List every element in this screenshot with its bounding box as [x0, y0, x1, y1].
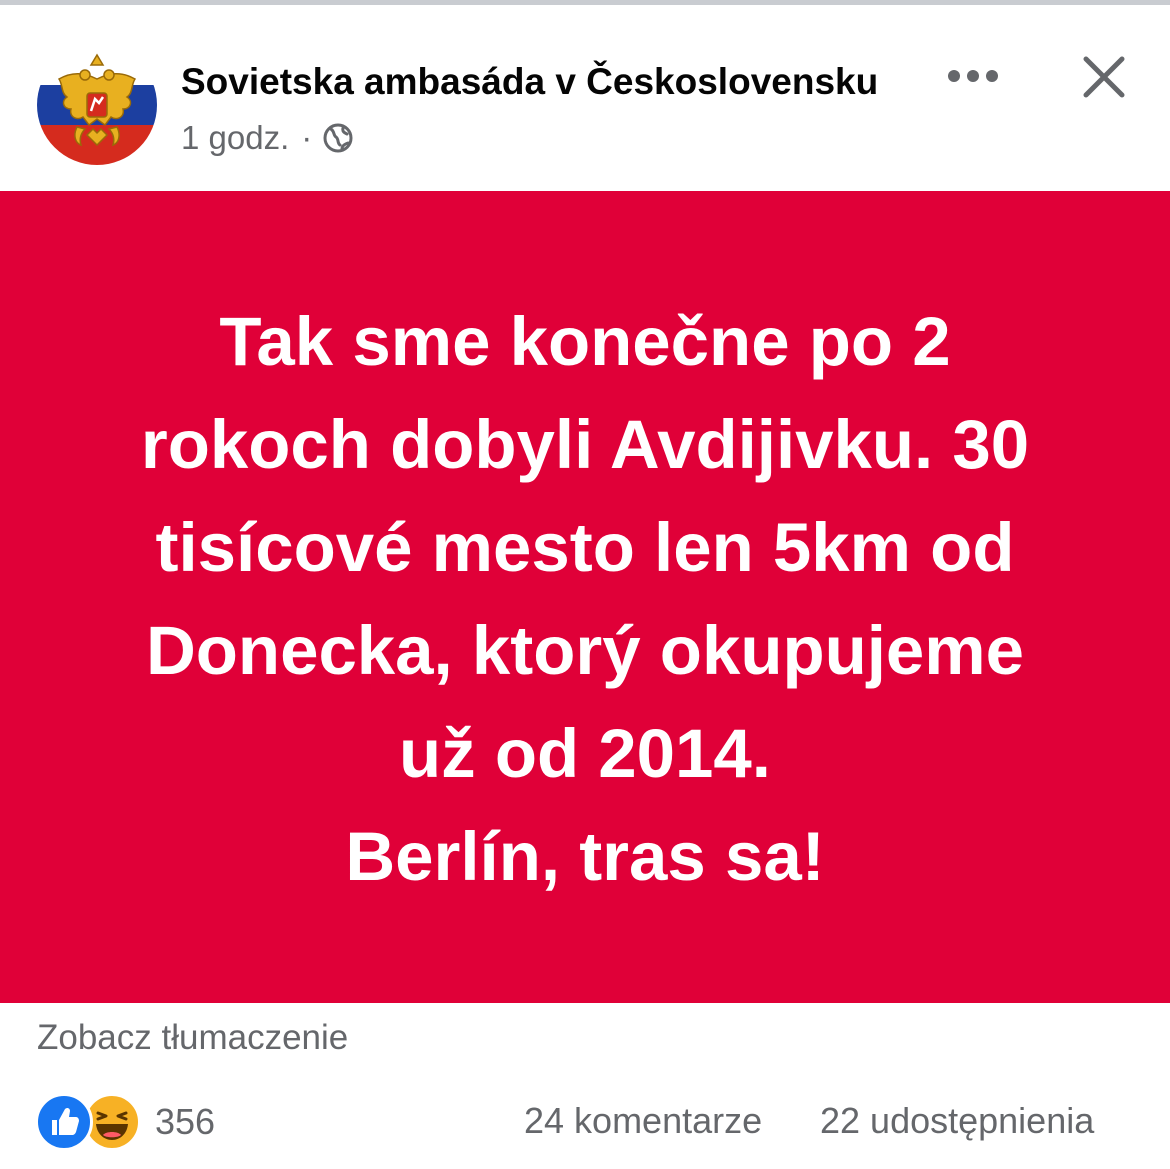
post-time[interactable]: 1 godz.	[181, 119, 289, 157]
close-icon	[1083, 56, 1125, 98]
post-meta: 1 godz. ·	[181, 119, 354, 157]
close-button[interactable]	[1072, 45, 1136, 109]
russian-coat-of-arms-icon	[37, 45, 157, 165]
reactions-summary[interactable]: 356	[35, 1093, 216, 1151]
more-options-button[interactable]	[940, 51, 1006, 101]
like-icon	[35, 1093, 93, 1151]
globe-icon	[322, 122, 354, 154]
shares-count-link[interactable]: 22 udostępnienia	[820, 1100, 1094, 1142]
post-text: Tak sme konečne po 2 rokoch dobyli Avdij…	[140, 303, 1030, 895]
post-header: Sovietska ambasáda v Československu 1 go…	[0, 5, 1170, 191]
post-text-banner: Tak sme konečne po 2 rokoch dobyli Avdij…	[0, 191, 1170, 1003]
more-horizontal-icon	[948, 70, 998, 82]
meta-separator: ·	[301, 119, 313, 156]
see-translation-link[interactable]: Zobacz tłumaczenie	[37, 1018, 348, 1058]
comments-count-link[interactable]: 24 komentarze	[524, 1100, 762, 1142]
page-name[interactable]: Sovietska ambasáda v Československu	[181, 61, 878, 103]
avatar[interactable]	[37, 45, 157, 165]
reaction-count: 356	[155, 1101, 216, 1142]
